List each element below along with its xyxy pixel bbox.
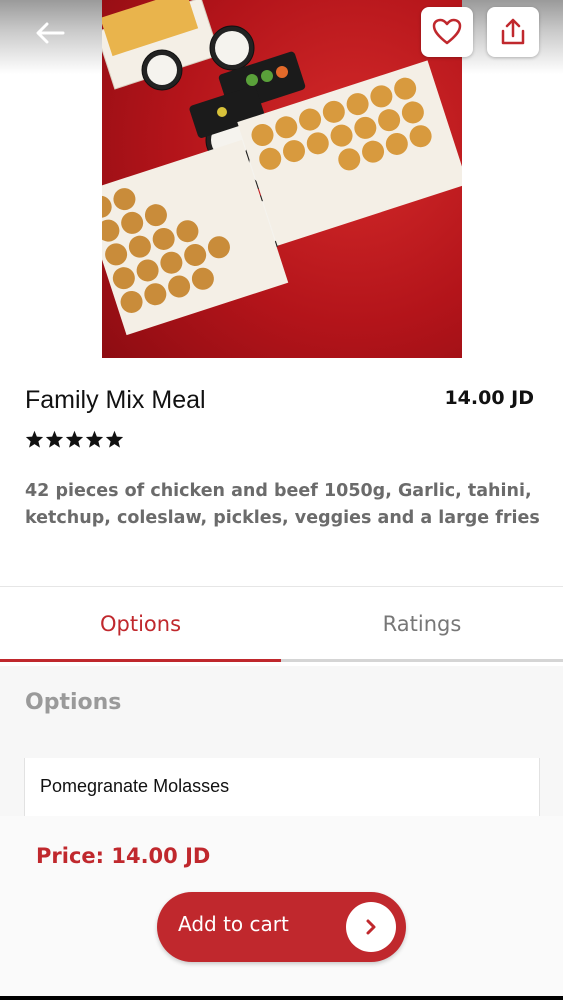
share-button[interactable] (487, 7, 539, 57)
star-icon (45, 430, 64, 448)
checkout-bar: Price: 14.00 JD Add to cart (0, 816, 563, 1000)
options-panel: Options Pomegranate Molasses (0, 666, 563, 816)
tab-ratings[interactable]: Ratings (281, 588, 563, 662)
add-to-cart-button[interactable]: Add to cart (157, 892, 406, 962)
rating-stars (25, 430, 124, 448)
product-image (102, 0, 462, 358)
tab-options[interactable]: Options (0, 588, 281, 662)
product-description: 42 pieces of chicken and beef 1050g, Gar… (25, 481, 540, 528)
system-nav-strip (0, 996, 563, 1000)
tab-bar: Options Ratings (0, 588, 563, 664)
star-icon (105, 430, 124, 448)
back-arrow-icon (36, 22, 65, 44)
meal-platter-illustration (102, 0, 462, 336)
back-button[interactable] (30, 14, 70, 52)
option-item[interactable]: Pomegranate Molasses (24, 758, 540, 816)
heart-icon (432, 18, 462, 45)
star-icon (65, 430, 84, 448)
favorite-button[interactable] (421, 7, 473, 57)
product-title: Family Mix Meal (25, 386, 206, 414)
total-price: Price: 14.00 JD (36, 844, 211, 868)
star-icon (85, 430, 104, 448)
add-to-cart-label: Add to cart (178, 912, 289, 936)
options-heading: Options (25, 690, 122, 715)
star-icon (25, 430, 44, 448)
product-price: 14.00 JD (444, 387, 534, 409)
option-label: Pomegranate Molasses (40, 776, 230, 796)
section-divider (0, 586, 563, 587)
product-hero (0, 0, 563, 362)
chevron-right-icon (346, 902, 396, 952)
share-icon (501, 18, 525, 45)
